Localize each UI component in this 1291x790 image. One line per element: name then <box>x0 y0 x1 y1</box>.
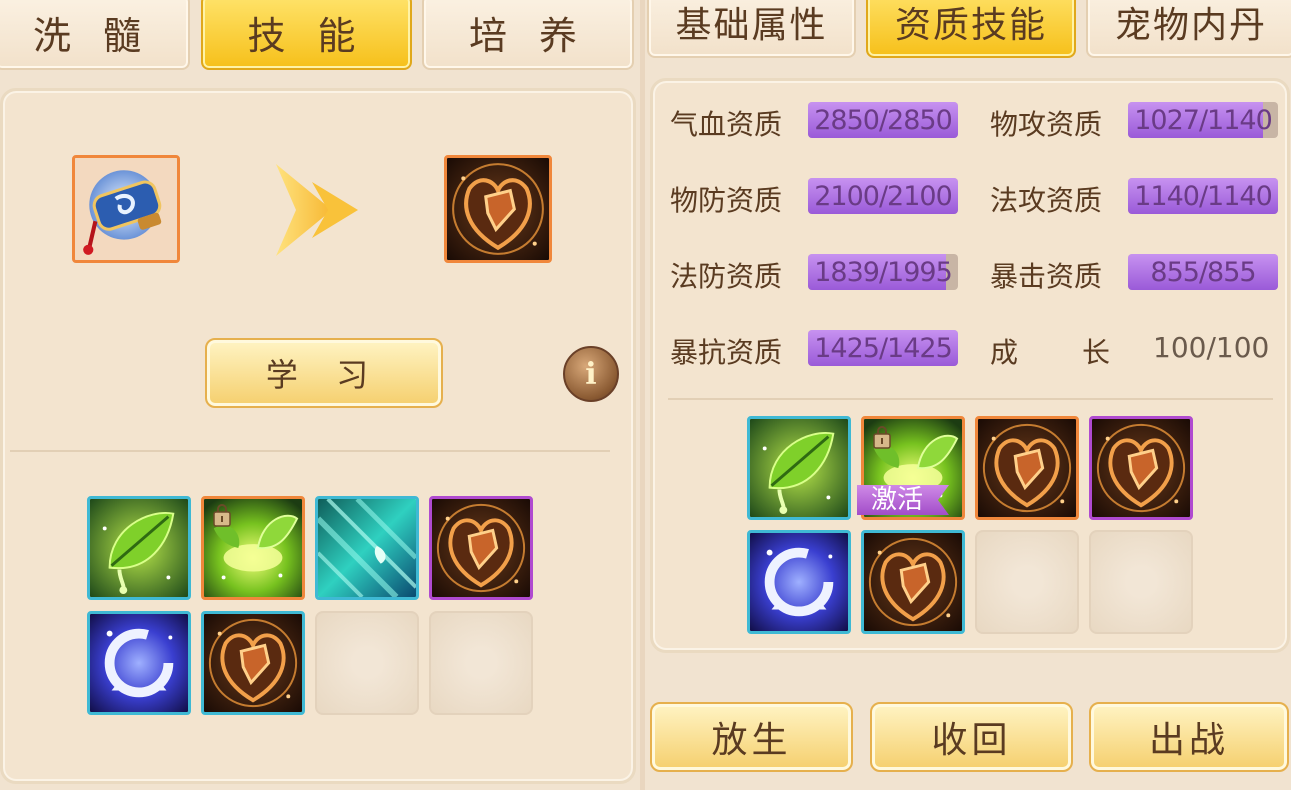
aptitude-bar: 1839/1995 <box>808 254 958 290</box>
empty-skill-slot[interactable] <box>315 611 419 715</box>
aptitude-value: 1140/1140 <box>1134 180 1273 212</box>
skill-slot[interactable] <box>87 611 191 715</box>
learn-button[interactable]: 学 习 <box>205 338 443 408</box>
aptitude-label: 法攻资质 <box>990 184 1103 217</box>
skill-slot[interactable] <box>1089 416 1193 520</box>
skill-slot[interactable] <box>861 530 965 634</box>
skill-slot[interactable] <box>201 496 305 600</box>
skill-slot[interactable] <box>429 496 533 600</box>
aptitude-label: 暴抗资质 <box>670 336 783 369</box>
skill-slot[interactable] <box>747 530 851 634</box>
skill-book-slot[interactable] <box>72 155 180 263</box>
skill-slot[interactable] <box>975 416 1079 520</box>
lock-icon <box>212 503 232 527</box>
tab-pet-core[interactable]: 宠物内丹 <box>1086 0 1291 58</box>
aptitude-bar: 1140/1140 <box>1128 178 1278 214</box>
tab-wash[interactable]: 洗 髓 <box>0 0 190 70</box>
aptitude-value: 1027/1140 <box>1134 104 1273 136</box>
skill-slot[interactable] <box>87 496 191 600</box>
release-button[interactable]: 放生 <box>650 702 853 772</box>
shield-rune-skill-icon <box>447 158 549 260</box>
empty-skill-slot[interactable] <box>1089 530 1193 634</box>
separator <box>668 398 1273 400</box>
tab-train[interactable]: 培 养 <box>422 0 634 70</box>
lock-icon <box>872 425 892 449</box>
aptitude-label: 物攻资质 <box>990 108 1103 141</box>
info-button[interactable]: i <box>563 346 619 402</box>
aptitude-bar: 1027/1140 <box>1128 102 1278 138</box>
tab-skills[interactable]: 技 能 <box>201 0 412 70</box>
recall-button[interactable]: 收回 <box>870 702 1073 772</box>
aptitude-value: 2850/2850 <box>814 104 953 136</box>
empty-skill-slot[interactable] <box>429 611 533 715</box>
growth-label-first: 成 <box>990 336 1019 369</box>
aptitude-value: 1839/1995 <box>814 256 953 288</box>
shield-rune-skill-icon <box>1092 419 1190 517</box>
arrow-right-icon <box>276 164 358 256</box>
leaf-drop-skill-icon <box>750 419 848 517</box>
growth-value: 100/100 <box>1153 331 1270 364</box>
empty-skill-slot[interactable] <box>975 530 1079 634</box>
leaf-drop-skill-icon <box>90 499 188 597</box>
shield-rune-skill-icon <box>864 533 962 631</box>
aptitude-label: 气血资质 <box>670 108 783 141</box>
shield-rune-skill-icon <box>432 499 530 597</box>
tab-basic-attributes[interactable]: 基础属性 <box>647 0 856 58</box>
spiral-skill-icon <box>750 533 848 631</box>
aptitude-label: 法防资质 <box>670 260 783 293</box>
tab-aptitude-skills[interactable]: 资质技能 <box>866 0 1076 58</box>
target-skill-slot[interactable] <box>444 155 552 263</box>
shield-rune-skill-icon <box>978 419 1076 517</box>
separator <box>10 450 610 452</box>
aptitude-label: 暴击资质 <box>990 260 1103 293</box>
aptitude-bar: 1425/1425 <box>808 330 958 366</box>
aptitude-label: 物防资质 <box>670 184 783 217</box>
aptitude-value: 855/855 <box>1150 256 1256 288</box>
shield-rune-skill-icon <box>204 614 302 712</box>
skill-slot[interactable] <box>201 611 305 715</box>
spiral-skill-icon <box>90 614 188 712</box>
aptitude-value: 2100/2100 <box>814 180 953 212</box>
skill-slot[interactable] <box>747 416 851 520</box>
skill-book-scroll-icon <box>75 158 177 260</box>
aptitude-value: 1425/1425 <box>814 332 953 364</box>
aptitude-bar: 2850/2850 <box>808 102 958 138</box>
deploy-button[interactable]: 出战 <box>1089 702 1289 772</box>
growth-label-second: 长 <box>1082 336 1111 369</box>
activate-tag[interactable]: 激活 <box>857 485 950 515</box>
aptitude-bar: 855/855 <box>1128 254 1278 290</box>
aptitude-bar: 2100/2100 <box>808 178 958 214</box>
rain-skill-icon <box>318 499 416 597</box>
skill-slot[interactable] <box>315 496 419 600</box>
